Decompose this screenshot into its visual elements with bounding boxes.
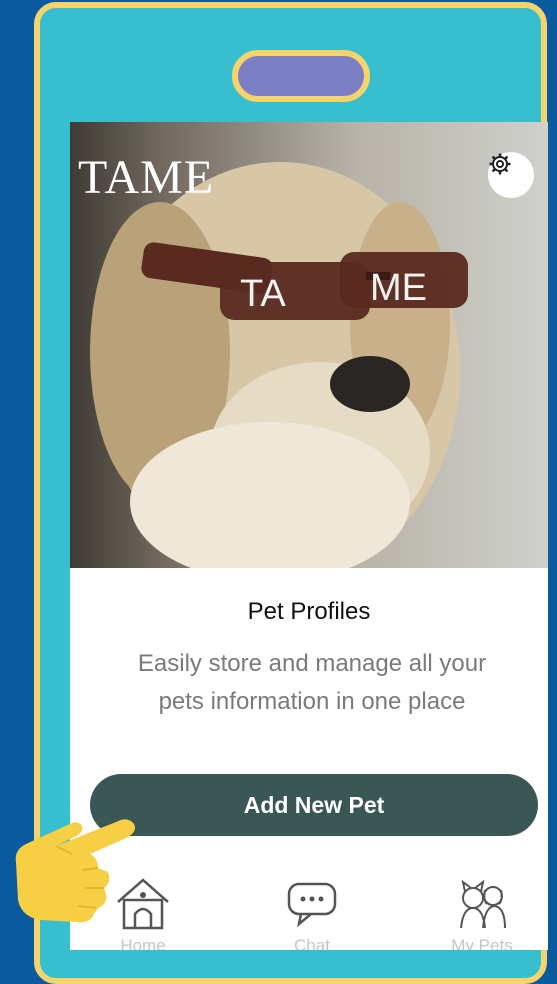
tab-home-label: Home <box>120 936 166 950</box>
hero-image: TA ME TAME <box>70 122 548 568</box>
chat-bubble-icon <box>287 882 337 928</box>
add-new-pet-button[interactable]: Add New Pet <box>90 774 538 836</box>
tab-my-pets-label: My Pets <box>451 936 513 950</box>
card-description: Easily store and manage all your pets in… <box>137 650 487 715</box>
glasses-right-text: ME <box>370 267 427 309</box>
brand-logo: TAME <box>78 151 215 204</box>
settings-button[interactable] <box>488 152 534 198</box>
pets-icon <box>460 879 506 929</box>
pointing-hand-icon <box>15 819 135 923</box>
tab-my-pets[interactable]: My Pets <box>422 870 542 950</box>
tab-chat-label: Chat <box>294 936 330 950</box>
card-title: Pet Profiles <box>247 598 371 625</box>
gear-icon <box>489 153 511 175</box>
tab-chat[interactable]: Chat <box>252 870 372 950</box>
glasses-left-text: TA <box>240 273 286 315</box>
phone-notch <box>232 50 370 102</box>
